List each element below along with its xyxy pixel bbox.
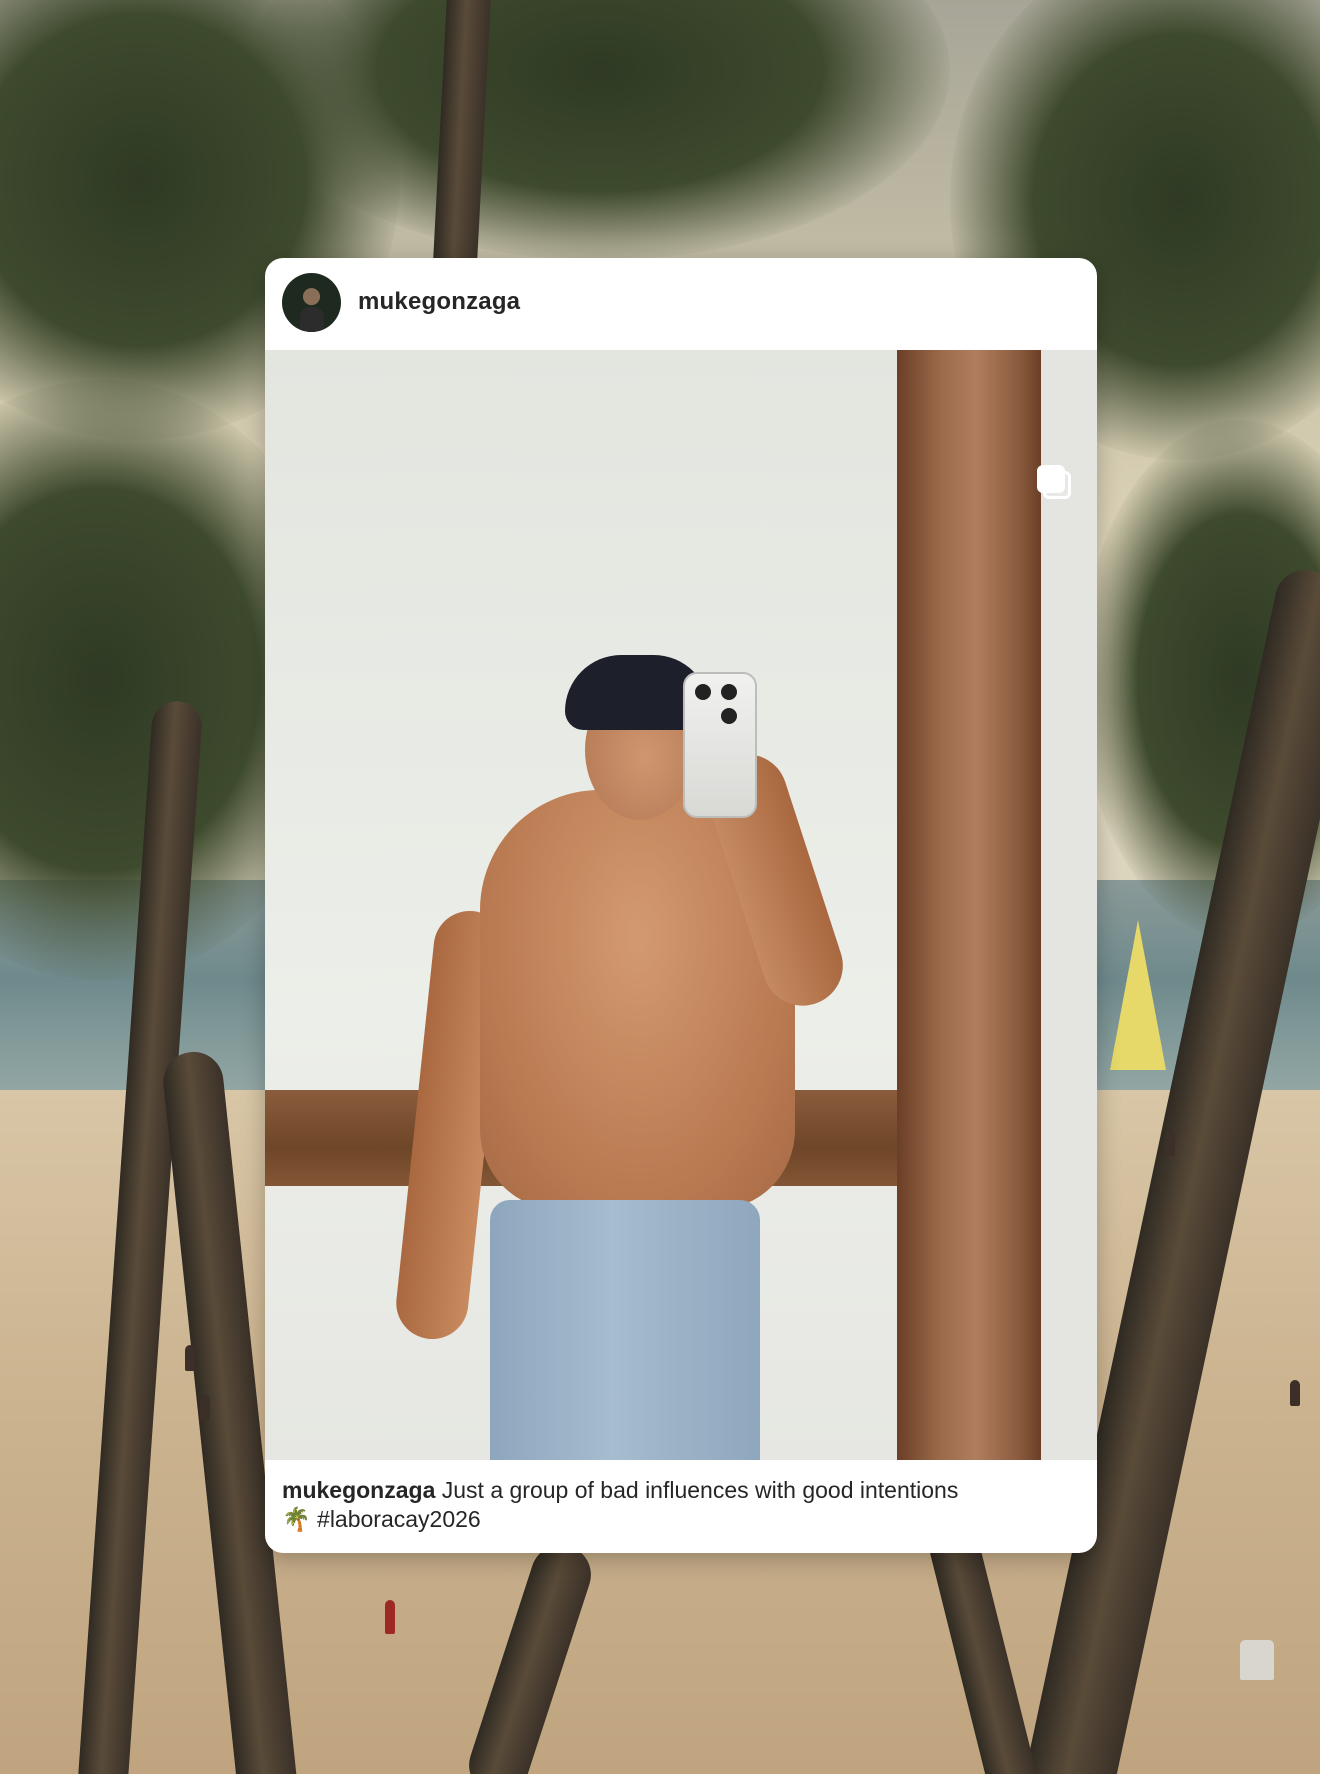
- caption-text: Just a group of bad influences with good…: [441, 1477, 959, 1503]
- post-photo[interactable]: [265, 350, 1097, 1460]
- beachgoer: [385, 1600, 395, 1634]
- beachgoer: [1165, 1130, 1175, 1156]
- beachgoer: [1240, 1640, 1274, 1680]
- caption-username[interactable]: mukegonzaga: [282, 1477, 435, 1503]
- profile-avatar[interactable]: [282, 273, 341, 332]
- photo-right-wall: [1041, 350, 1097, 1460]
- beachgoer: [185, 1345, 195, 1371]
- beachgoer: [1290, 1380, 1300, 1406]
- phone-lens: [695, 684, 711, 700]
- post-header: mukegonzaga: [265, 258, 1097, 350]
- beachgoer: [200, 1395, 210, 1421]
- photo-subject-phone: [683, 672, 757, 818]
- post-caption: mukegonzaga Just a group of bad influenc…: [282, 1476, 1082, 1534]
- palm-tree-emoji: 🌴: [282, 1506, 311, 1532]
- post-username[interactable]: mukegonzaga: [358, 288, 520, 316]
- phone-lens: [721, 684, 737, 700]
- multiple-photos-icon-front: [1037, 465, 1065, 493]
- caption-hashtag[interactable]: #laboracay2026: [317, 1506, 481, 1532]
- phone-lens: [721, 708, 737, 724]
- photo-subject-jeans: [490, 1200, 760, 1460]
- sailboat: [1110, 920, 1166, 1070]
- post-card: mukegonzaga mukegonzaga Just a group of …: [265, 258, 1097, 1553]
- photo-wood-post: [897, 350, 1041, 1460]
- multiple-photos-icon: [1037, 465, 1071, 499]
